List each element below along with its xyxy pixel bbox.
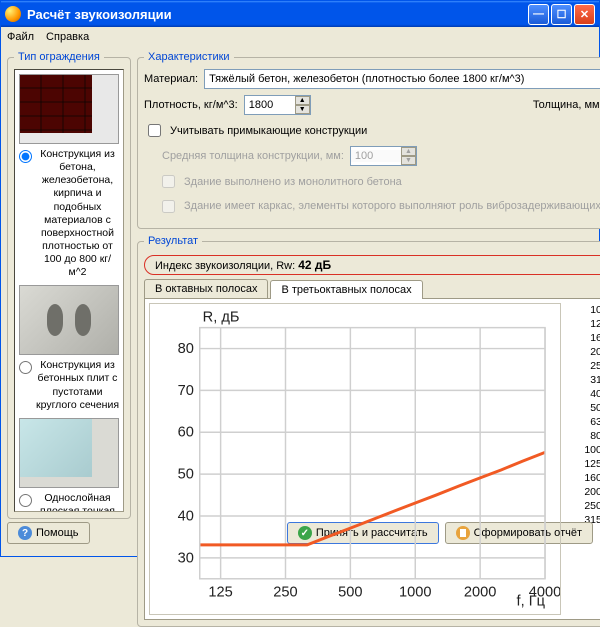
svg-text:R, дБ: R, дБ (203, 310, 240, 326)
app-icon (5, 6, 21, 22)
result-legend: Результат (144, 235, 202, 247)
wall-label-0: Конструкция из бетона, железобетона, кир… (36, 148, 119, 279)
svg-text:80: 80 (178, 341, 194, 357)
density-input[interactable]: ▲▼ (244, 95, 311, 115)
freq-row: 125 Гц: 33,1 дБ (565, 317, 600, 331)
chart: 304050607080125250500100020004000R, дБf,… (149, 303, 561, 615)
help-button[interactable]: ? Помощь (7, 522, 90, 544)
characteristics-group: Характеристики Материал: Тяжёлый бетон, … (137, 51, 600, 229)
frame-label: Здание имеет каркас, элементы которого в… (184, 200, 600, 213)
svg-text:250: 250 (273, 584, 297, 600)
material-select[interactable]: Тяжёлый бетон, железобетон (плотностью б… (204, 69, 600, 89)
rw-value: 42 дБ (298, 258, 331, 272)
freq-row: 1250 Гц: 45,0 дБ (565, 457, 600, 471)
help-icon: ? (18, 526, 32, 540)
result-group: Результат Индекс звукоизоляции, Rw: 42 д… (137, 235, 600, 627)
avg-thickness-label: Средняя толщина конструкции, мм: (162, 150, 344, 162)
menu-help[interactable]: Справка (46, 31, 89, 43)
monolith-label: Здание выполнено из монолитного бетона (184, 176, 402, 188)
wall-item-concrete[interactable]: Конструкция из бетона, железобетона, кир… (19, 74, 119, 279)
wall-label-2: Однослойная плоская тонкая ограждающая к… (36, 492, 119, 512)
tab-third-octave[interactable]: В третьоктавных полосах (270, 280, 422, 299)
panel-icon (19, 418, 119, 488)
frequency-list[interactable]: 100 Гц: 33,1 дБ125 Гц: 33,1 дБ160 Гц: 33… (565, 303, 600, 615)
freq-row: 250 Гц: 33,1 дБ (565, 359, 600, 373)
report-icon (456, 526, 470, 540)
freq-row: 315 Гц: 33,1 дБ (565, 373, 600, 387)
wall-type-list[interactable]: Конструкция из бетона, железобетона, кир… (14, 69, 124, 512)
frame-checkbox (162, 200, 175, 213)
wall-item-hollow[interactable]: Конструкция из бетонных плит с пустотами… (19, 285, 119, 412)
svg-text:70: 70 (178, 383, 194, 399)
wall-item-panel[interactable]: Однослойная плоская тонкая ограждающая к… (19, 418, 119, 512)
freq-row: 1000 Гц: 43,1 дБ (565, 443, 600, 457)
avg-thickness-input: ▲▼ (350, 146, 417, 166)
monolith-checkbox (162, 175, 175, 188)
freq-row: 2000 Гц: 49,1 дБ (565, 485, 600, 499)
material-label: Материал: (144, 73, 198, 85)
rw-index-badge: Индекс звукоизоляции, Rw: 42 дБ (144, 255, 600, 275)
window-title: Расчёт звукоизоляции (27, 7, 528, 22)
density-label: Плотность, кг/м^3: (144, 99, 238, 111)
adjacent-checkbox[interactable] (148, 124, 161, 137)
freq-row: 200 Гц: 33,1 дБ (565, 345, 600, 359)
wall-radio-2[interactable] (19, 494, 32, 507)
svg-text:1000: 1000 (399, 584, 432, 600)
spin-up-icon[interactable]: ▲ (295, 96, 310, 105)
minimize-button[interactable]: — (528, 4, 549, 25)
freq-row: 2500 Гц: 51,0 дБ (565, 499, 600, 513)
freq-row: 1600 Гц: 47,2 дБ (565, 471, 600, 485)
hollow-block-icon (19, 285, 119, 355)
close-button[interactable]: ✕ (574, 4, 595, 25)
tab-octave[interactable]: В октавных полосах (144, 279, 268, 298)
titlebar: Расчёт звукоизоляции — ☐ ✕ (1, 1, 599, 27)
svg-text:f, Гц: f, Гц (517, 593, 546, 609)
wall-radio-0[interactable] (19, 150, 32, 163)
rw-label: Индекс звукоизоляции, Rw: (155, 260, 295, 272)
wall-type-group: Тип ограждения Конструкция из бетона, же… (7, 51, 131, 519)
spin-up-icon: ▲ (401, 147, 416, 156)
freq-row: 500 Гц: 37,1 дБ (565, 401, 600, 415)
svg-text:2000: 2000 (464, 584, 497, 600)
svg-text:40: 40 (178, 508, 194, 524)
svg-text:50: 50 (178, 467, 194, 483)
thickness-label: Толщина, мм: (533, 99, 600, 111)
svg-text:125: 125 (208, 584, 232, 600)
maximize-button[interactable]: ☐ (551, 4, 572, 25)
menubar: Файл Справка (1, 27, 599, 47)
adjacent-label: Учитывать примыкающие конструкции (170, 125, 367, 137)
svg-text:500: 500 (338, 584, 362, 600)
freq-row: 630 Гц: 39,1 дБ (565, 415, 600, 429)
wall-label-1: Конструкция из бетонных плит с пустотами… (36, 359, 119, 412)
menu-file[interactable]: Файл (7, 31, 34, 43)
wall-type-legend: Тип ограждения (14, 51, 104, 63)
svg-text:30: 30 (178, 550, 194, 566)
wall-radio-1[interactable] (19, 361, 32, 374)
brick-icon (19, 74, 119, 144)
svg-text:60: 60 (178, 425, 194, 441)
freq-row: 800 Гц: 41,2 дБ (565, 429, 600, 443)
spin-down-icon[interactable]: ▼ (295, 105, 310, 114)
freq-row: 160 Гц: 33,1 дБ (565, 331, 600, 345)
freq-row: 400 Гц: 35,2 дБ (565, 387, 600, 401)
freq-row: 100 Гц: 33,1 дБ (565, 303, 600, 317)
spin-down-icon: ▼ (401, 156, 416, 165)
characteristics-legend: Характеристики (144, 51, 234, 63)
